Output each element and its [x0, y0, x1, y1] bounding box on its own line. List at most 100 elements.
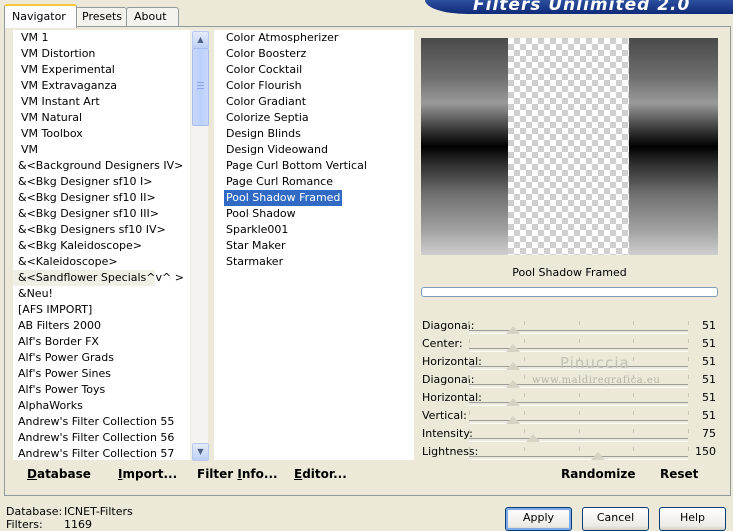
category-item[interactable]: VM Natural	[13, 110, 191, 126]
slider-value: 150	[695, 445, 716, 458]
slider-track[interactable]	[469, 348, 688, 352]
scroll-up-button[interactable]: ▲	[192, 31, 209, 49]
category-item[interactable]: Andrew's Filter Collection 55	[13, 414, 188, 430]
filter-item[interactable]: Design Blinds	[224, 126, 303, 142]
status-database-label: Database:	[6, 505, 63, 518]
category-item[interactable]: &<Bkg Designers sf10 IV>	[13, 222, 188, 238]
slider-thumb[interactable]	[505, 362, 520, 370]
filter-item[interactable]: Pool Shadow Framed	[224, 190, 343, 206]
slider-label: Intensity:	[422, 427, 473, 440]
slider-thumb[interactable]	[505, 344, 520, 352]
preview-left-gradient	[421, 38, 508, 255]
category-item[interactable]: &Neu!	[13, 286, 188, 302]
category-item[interactable]: AlphaWorks	[13, 398, 188, 414]
slider-track[interactable]	[469, 420, 688, 424]
category-item[interactable]: Alf's Power Grads	[13, 350, 188, 366]
category-item[interactable]: VM Distortion	[13, 46, 191, 62]
filter-item[interactable]: Color Atmospherizer	[224, 30, 340, 46]
filter-item[interactable]: Starmaker	[224, 254, 285, 270]
slider-label: Diagonal:	[422, 373, 475, 386]
filter-info-button[interactable]: Filter Info...	[197, 467, 278, 481]
slider-track[interactable]	[469, 438, 688, 442]
slider-label: Vertical:	[422, 409, 467, 422]
randomize-button[interactable]: Randomize	[561, 467, 635, 481]
slider-track[interactable]	[469, 402, 688, 406]
category-list[interactable]: VM 1 VM Distortion VM Experimental VM Extra…	[13, 30, 207, 460]
progress-bar	[421, 287, 718, 297]
category-item[interactable]: &<Background Designers IV>	[13, 158, 188, 174]
slider-value: 51	[702, 373, 716, 386]
database-button[interactable]: Database	[27, 467, 91, 481]
import-button[interactable]: Import...	[118, 467, 177, 481]
category-item[interactable]: Andrew's Filter Collection 56	[13, 430, 188, 446]
category-item[interactable]: VM Instant Art	[13, 94, 191, 110]
category-item[interactable]: VM 1	[13, 30, 191, 46]
category-item[interactable]: VM Experimental	[13, 62, 191, 78]
category-item[interactable]: &<Sandflower Specials^v^ >	[13, 270, 184, 286]
slider-thumb[interactable]	[505, 326, 520, 334]
category-item[interactable]: Alf's Power Toys	[13, 382, 188, 398]
tab-presets[interactable]: Presets	[74, 7, 127, 27]
apply-button[interactable]: Apply	[505, 507, 572, 531]
category-item[interactable]: VM Extravaganza	[13, 78, 191, 94]
tab-navigator[interactable]: Navigator	[4, 4, 77, 28]
scroll-thumb[interactable]	[192, 48, 209, 126]
slider-row: Horizontal: 51	[421, 390, 718, 408]
reset-button[interactable]: Reset	[660, 467, 698, 481]
filter-item[interactable]: Color Flourish	[224, 78, 304, 94]
slider-thumb[interactable]	[505, 398, 520, 406]
slider-thumb[interactable]	[526, 434, 541, 442]
preview-transparent-area	[508, 38, 629, 255]
filter-item[interactable]: Page Curl Romance	[224, 174, 335, 190]
slider-value: 51	[702, 337, 716, 350]
slider-thumb[interactable]	[505, 416, 520, 424]
category-item[interactable]: VM	[13, 142, 191, 158]
category-item[interactable]: &<Bkg Designer sf10 II>	[13, 190, 188, 206]
slider-row: Intensity: 75	[421, 426, 718, 444]
status-database-value: ICNET-Filters	[64, 505, 133, 518]
cancel-button[interactable]: Cancel	[582, 507, 649, 531]
status-area: Database: ICNET-Filters Filters: 1169	[6, 505, 133, 531]
filter-item[interactable]: Page Curl Bottom Vertical	[224, 158, 369, 174]
slider-thumb[interactable]	[505, 380, 520, 388]
slider-track[interactable]	[469, 330, 688, 334]
editor-button[interactable]: Editor...	[294, 467, 347, 481]
current-filter-name: Pool Shadow Framed	[512, 266, 627, 279]
slider-value: 51	[702, 319, 716, 332]
parameter-sliders: Diagonal: 51 Center: 51 Horizontal: 51 Diagona…	[421, 318, 718, 462]
filter-item[interactable]: Sparkle001	[224, 222, 290, 238]
category-item[interactable]: AB Filters 2000	[13, 318, 188, 334]
filter-item[interactable]: Design Videowand	[224, 142, 330, 158]
category-item[interactable]: Alf's Power Sines	[13, 366, 188, 382]
filter-item[interactable]: Star Maker	[224, 238, 288, 254]
filter-item[interactable]: Pool Shadow	[224, 206, 298, 222]
slider-value: 51	[702, 391, 716, 404]
category-item[interactable]: &<Bkg Kaleidoscope>	[13, 238, 188, 254]
category-item[interactable]: &<Kaleidoscope>	[13, 254, 188, 270]
scroll-down-button[interactable]: ▼	[192, 443, 209, 461]
category-item[interactable]: &<Bkg Designer sf10 III>	[13, 206, 188, 222]
slider-thumb[interactable]	[590, 452, 605, 460]
filter-item[interactable]: Colorize Septia	[224, 110, 311, 126]
filter-item[interactable]: Color Boosterz	[224, 46, 308, 62]
category-item[interactable]: Andrew's Filter Collection 57	[13, 446, 188, 460]
watermark-name: Pinuccia	[560, 354, 630, 372]
slider-row: Diagonal: 51	[421, 318, 718, 336]
help-button[interactable]: Help	[659, 507, 726, 531]
category-item[interactable]: &<Bkg Designer sf10 I>	[13, 174, 188, 190]
slider-row: Vertical: 51	[421, 408, 718, 426]
bottom-toolbar: Database Import... Filter Info... Editor…	[13, 462, 414, 488]
category-item[interactable]: Alf's Border FX	[13, 334, 188, 350]
tab-about[interactable]: About	[126, 7, 179, 27]
category-scrollbar[interactable]: ▲ ▼	[190, 30, 209, 461]
slider-track[interactable]	[469, 456, 688, 460]
filter-item[interactable]: Color Cocktail	[224, 62, 304, 78]
slider-value: 75	[702, 427, 716, 440]
filter-list[interactable]: Color Atmospherizer Color Boosterz Color C…	[214, 30, 414, 460]
slider-row: Lightness: 150	[421, 444, 718, 462]
watermark-url: www.maidiregrafica.eu	[532, 375, 661, 386]
category-item[interactable]: [AFS IMPORT]	[13, 302, 188, 318]
preview-right-gradient	[629, 38, 718, 255]
filter-item[interactable]: Color Gradiant	[224, 94, 308, 110]
category-item[interactable]: VM Toolbox	[13, 126, 191, 142]
